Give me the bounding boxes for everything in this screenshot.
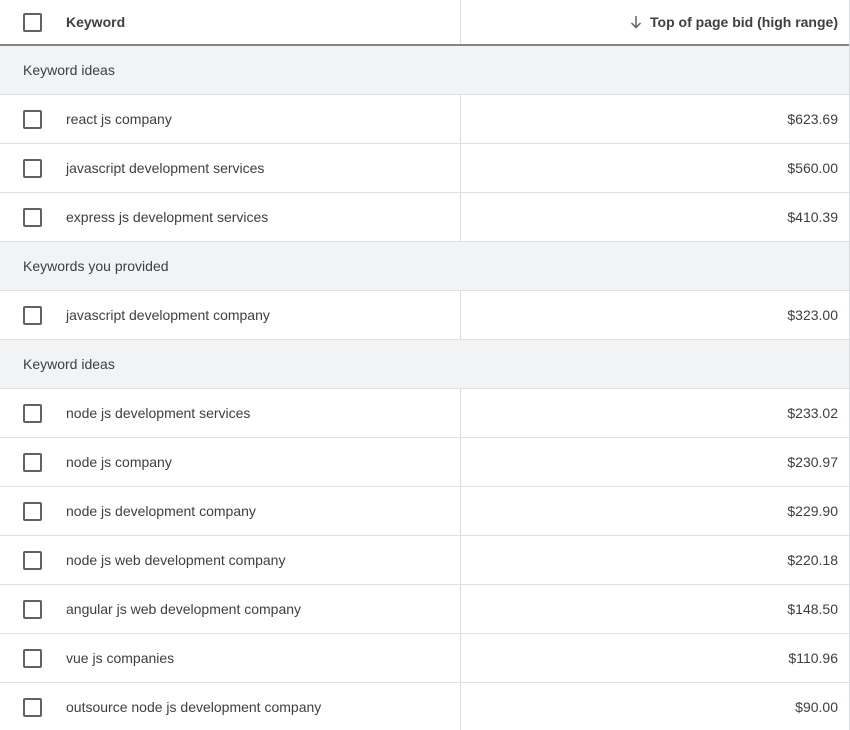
keyword-header-label[interactable]: Keyword (66, 14, 125, 30)
bid-value: $90.00 (795, 699, 838, 715)
table-row[interactable]: outsource node js development company $90… (0, 683, 849, 730)
row-checkbox[interactable] (23, 207, 42, 227)
bid-value: $148.50 (787, 601, 838, 617)
bid-column-header[interactable]: Top of page bid (high range) (461, 0, 849, 44)
keyword-text: node js development services (66, 405, 251, 421)
bid-cell: $230.97 (461, 438, 849, 486)
group-title: Keyword ideas (23, 356, 115, 372)
bid-cell: $229.90 (461, 487, 849, 535)
bid-cell: $323.00 (461, 291, 849, 339)
bid-cell: $560.00 (461, 144, 849, 192)
group-header: Keywords you provided (0, 242, 849, 291)
keyword-cell: node js company (0, 438, 461, 486)
keyword-text: react js company (66, 111, 172, 127)
row-checkbox[interactable] (23, 648, 42, 668)
keyword-text: javascript development company (66, 307, 270, 323)
row-checkbox[interactable] (23, 550, 42, 570)
row-checkbox[interactable] (23, 697, 42, 717)
table-row[interactable]: node js development company $229.90 (0, 487, 849, 536)
arrow-down-icon (630, 15, 642, 29)
table-row[interactable]: javascript development company $323.00 (0, 291, 849, 340)
select-all-checkbox[interactable] (23, 12, 42, 32)
bid-value: $230.97 (787, 454, 838, 470)
keyword-text: javascript development services (66, 160, 265, 176)
keyword-cell: javascript development services (0, 144, 461, 192)
group-title: Keyword ideas (23, 62, 115, 78)
table-row[interactable]: vue js companies $110.96 (0, 634, 849, 683)
keyword-text: express js development services (66, 209, 269, 225)
row-checkbox[interactable] (23, 501, 42, 521)
keyword-column-header: Keyword (0, 0, 461, 44)
keyword-text: angular js web development company (66, 601, 302, 617)
table-row[interactable]: javascript development services $560.00 (0, 144, 849, 193)
table-row[interactable]: node js web development company $220.18 (0, 536, 849, 585)
bid-cell: $220.18 (461, 536, 849, 584)
row-checkbox[interactable] (23, 599, 42, 619)
keyword-text: node js development company (66, 503, 256, 519)
keyword-text: node js web development company (66, 552, 286, 568)
bid-value: $410.39 (787, 209, 838, 225)
keyword-cell: javascript development company (0, 291, 461, 339)
group-header: Keyword ideas (0, 46, 849, 95)
bid-cell: $148.50 (461, 585, 849, 633)
bid-value: $323.00 (787, 307, 838, 323)
bid-value: $560.00 (787, 160, 838, 176)
keyword-cell: node js web development company (0, 536, 461, 584)
row-checkbox[interactable] (23, 158, 42, 178)
row-checkbox[interactable] (23, 403, 42, 423)
keyword-cell: vue js companies (0, 634, 461, 682)
bid-value: $233.02 (787, 405, 838, 421)
bid-cell: $410.39 (461, 193, 849, 241)
table-row[interactable]: node js development services $233.02 (0, 389, 849, 438)
bid-value: $623.69 (787, 111, 838, 127)
bid-cell: $90.00 (461, 683, 849, 730)
keyword-text: node js company (66, 454, 172, 470)
table-row[interactable]: react js company $623.69 (0, 95, 849, 144)
keyword-cell: angular js web development company (0, 585, 461, 633)
table-row[interactable]: angular js web development company $148.5… (0, 585, 849, 634)
row-checkbox[interactable] (23, 452, 42, 472)
keyword-cell: node js development services (0, 389, 461, 437)
keyword-text: vue js companies (66, 650, 175, 666)
bid-sort-control[interactable]: Top of page bid (high range) (630, 14, 838, 30)
bid-value: $220.18 (787, 552, 838, 568)
bid-value: $229.90 (787, 503, 838, 519)
keyword-cell: react js company (0, 95, 461, 143)
bid-value: $110.96 (788, 650, 838, 666)
keyword-cell: express js development services (0, 193, 461, 241)
keyword-cell: node js development company (0, 487, 461, 535)
keyword-text: outsource node js development company (66, 699, 322, 715)
bid-cell: $623.69 (461, 95, 849, 143)
table-row[interactable]: node js company $230.97 (0, 438, 849, 487)
bid-cell: $110.96 (461, 634, 849, 682)
bid-cell: $233.02 (461, 389, 849, 437)
table-row[interactable]: express js development services $410.39 (0, 193, 849, 242)
table-header: Keyword Top of page bid (high range) (0, 0, 849, 46)
row-checkbox[interactable] (23, 305, 42, 325)
group-title: Keywords you provided (23, 258, 169, 274)
bid-header-label: Top of page bid (high range) (650, 14, 838, 30)
group-header: Keyword ideas (0, 340, 849, 389)
table-body: Keyword ideas react js company $623.69 java… (0, 46, 849, 730)
keyword-cell: outsource node js development company (0, 683, 461, 730)
keyword-table: Keyword Top of page bid (high range) Key… (0, 0, 850, 730)
row-checkbox[interactable] (23, 109, 42, 129)
